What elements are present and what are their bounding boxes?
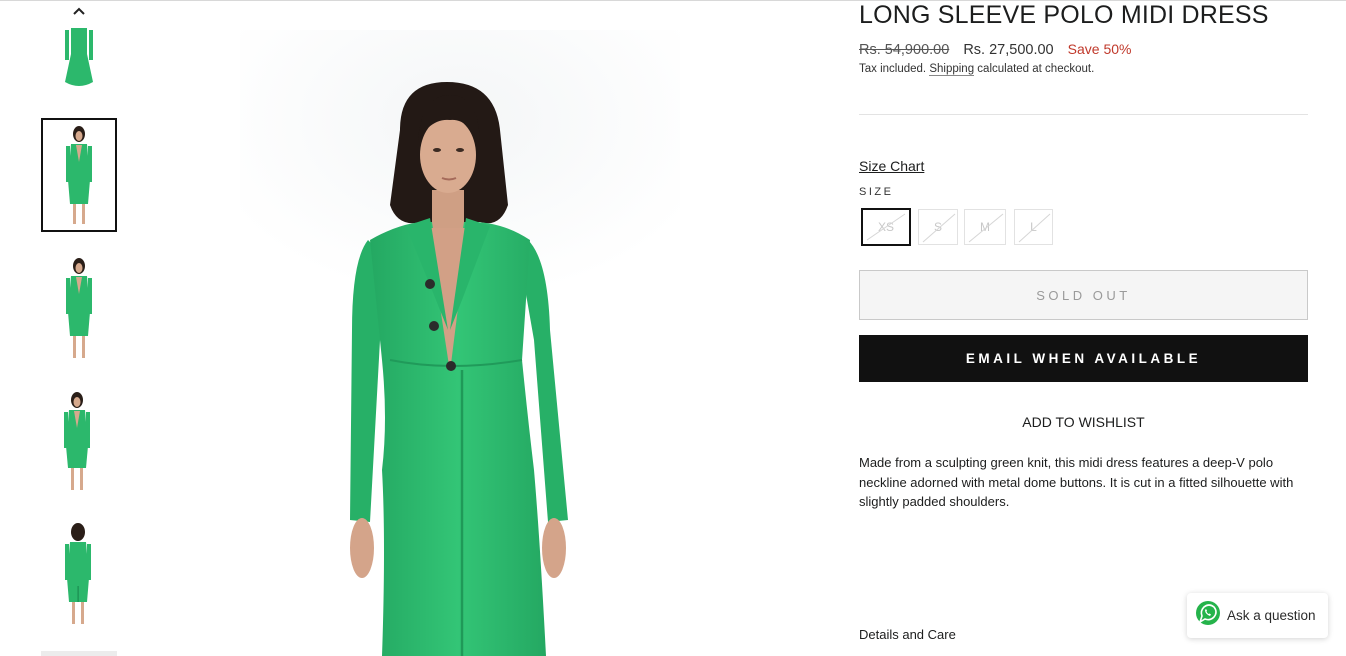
divider (859, 114, 1308, 115)
thumbnail-next-partial[interactable] (41, 651, 117, 656)
size-label: SIZE (859, 186, 894, 198)
shipping-link[interactable]: Shipping (929, 63, 975, 76)
original-price: Rs. 54,900.00 (859, 42, 950, 58)
product-title: LONG SLEEVE POLO MIDI DRESS (859, 1, 1269, 29)
thumbnail-front-full-2[interactable] (41, 254, 117, 364)
add-to-wishlist-button[interactable]: ADD TO WISHLIST (859, 414, 1308, 430)
tax-suffix: calculated at checkout. (977, 63, 1095, 75)
thumbnail-side-full[interactable] (41, 388, 117, 498)
whatsapp-icon (1195, 600, 1221, 631)
size-option-s[interactable]: S (918, 209, 958, 245)
savings-badge: Save 50% (1067, 41, 1132, 57)
thumbnail-front-full[interactable] (41, 118, 117, 232)
tax-prefix: Tax included. (859, 63, 927, 75)
details-and-care-toggle[interactable]: Details and Care (859, 627, 956, 642)
main-product-image[interactable] (210, 0, 720, 656)
size-chart-link[interactable]: Size Chart (859, 158, 924, 174)
ask-question-label: Ask a question (1227, 608, 1316, 623)
size-option-m[interactable]: M (964, 209, 1006, 245)
thumbnail-front-close[interactable] (41, 24, 117, 94)
ask-question-button[interactable]: Ask a question (1187, 593, 1328, 638)
price-row: Rs. 54,900.00 Rs. 27,500.00 Save 50% (859, 41, 1131, 58)
sold-out-button[interactable]: SOLD OUT (859, 270, 1308, 320)
email-when-available-button[interactable]: EMAIL WHEN AVAILABLE (859, 335, 1308, 382)
thumbnail-gallery (41, 0, 117, 656)
size-option-xs[interactable]: XS (861, 208, 911, 246)
product-description: Made from a sculpting green knit, this m… (859, 455, 1294, 510)
chevron-up-icon[interactable] (69, 2, 89, 20)
thumbnail-back-full[interactable] (41, 520, 117, 630)
sale-price: Rs. 27,500.00 (963, 42, 1054, 58)
tax-note: Tax included. Shipping calculated at che… (859, 63, 1095, 76)
size-option-l[interactable]: L (1014, 209, 1053, 245)
